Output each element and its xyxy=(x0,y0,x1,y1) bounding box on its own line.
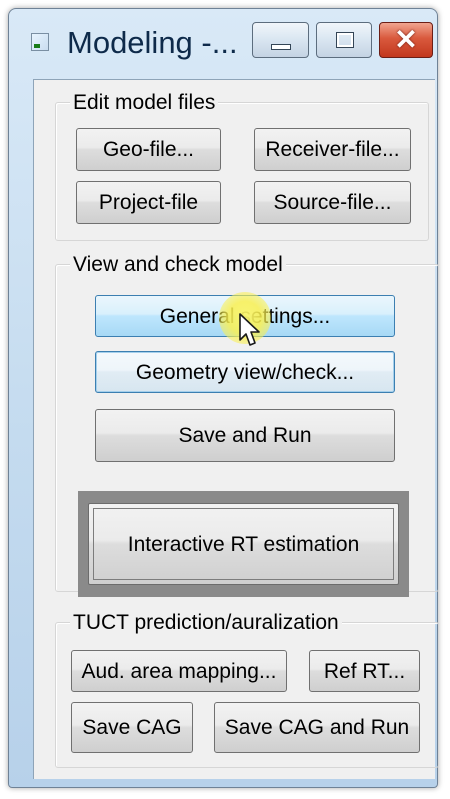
project-file-button[interactable]: Project-file xyxy=(76,181,221,224)
maximize-icon xyxy=(336,32,354,48)
aud-area-mapping-button[interactable]: Aud. area mapping... xyxy=(71,650,287,692)
geometry-view-check-button[interactable]: Geometry view/check... xyxy=(95,351,395,393)
receiver-file-button[interactable]: Receiver-file... xyxy=(254,128,411,171)
save-cag-and-run-button[interactable]: Save CAG and Run xyxy=(214,702,420,753)
save-cag-button[interactable]: Save CAG xyxy=(71,702,193,753)
title-bar[interactable]: Modeling -... ✕ xyxy=(9,9,437,77)
tuct-legend: TUCT prediction/auralization xyxy=(70,612,342,634)
window-title: Modeling -... xyxy=(67,25,238,60)
geo-file-button[interactable]: Geo-file... xyxy=(76,128,221,171)
general-settings-button[interactable]: General settings... xyxy=(95,295,395,337)
modeling-window: Modeling -... ✕ Edit model files Geo-fil… xyxy=(8,8,439,788)
ref-rt-button[interactable]: Ref RT... xyxy=(309,650,420,692)
focus-rectangle xyxy=(93,508,394,580)
close-button[interactable]: ✕ xyxy=(379,22,433,58)
view-check-model-legend: View and check model xyxy=(70,254,286,276)
maximize-button[interactable] xyxy=(316,22,372,58)
app-icon[interactable] xyxy=(31,33,49,51)
edit-model-files-legend: Edit model files xyxy=(70,92,219,114)
edit-model-files-group: Edit model files Geo-file... Receiver-fi… xyxy=(55,92,429,241)
minimize-button[interactable] xyxy=(252,22,309,58)
client-area: Edit model files Geo-file... Receiver-fi… xyxy=(33,79,439,779)
save-and-run-button[interactable]: Save and Run xyxy=(95,409,395,462)
close-icon: ✕ xyxy=(394,24,418,55)
source-file-button[interactable]: Source-file... xyxy=(254,181,411,224)
interactive-rt-frame: Interactive RT estimation xyxy=(78,491,409,597)
interactive-rt-estimation-button[interactable]: Interactive RT estimation xyxy=(88,503,399,585)
minimize-icon xyxy=(271,44,291,50)
